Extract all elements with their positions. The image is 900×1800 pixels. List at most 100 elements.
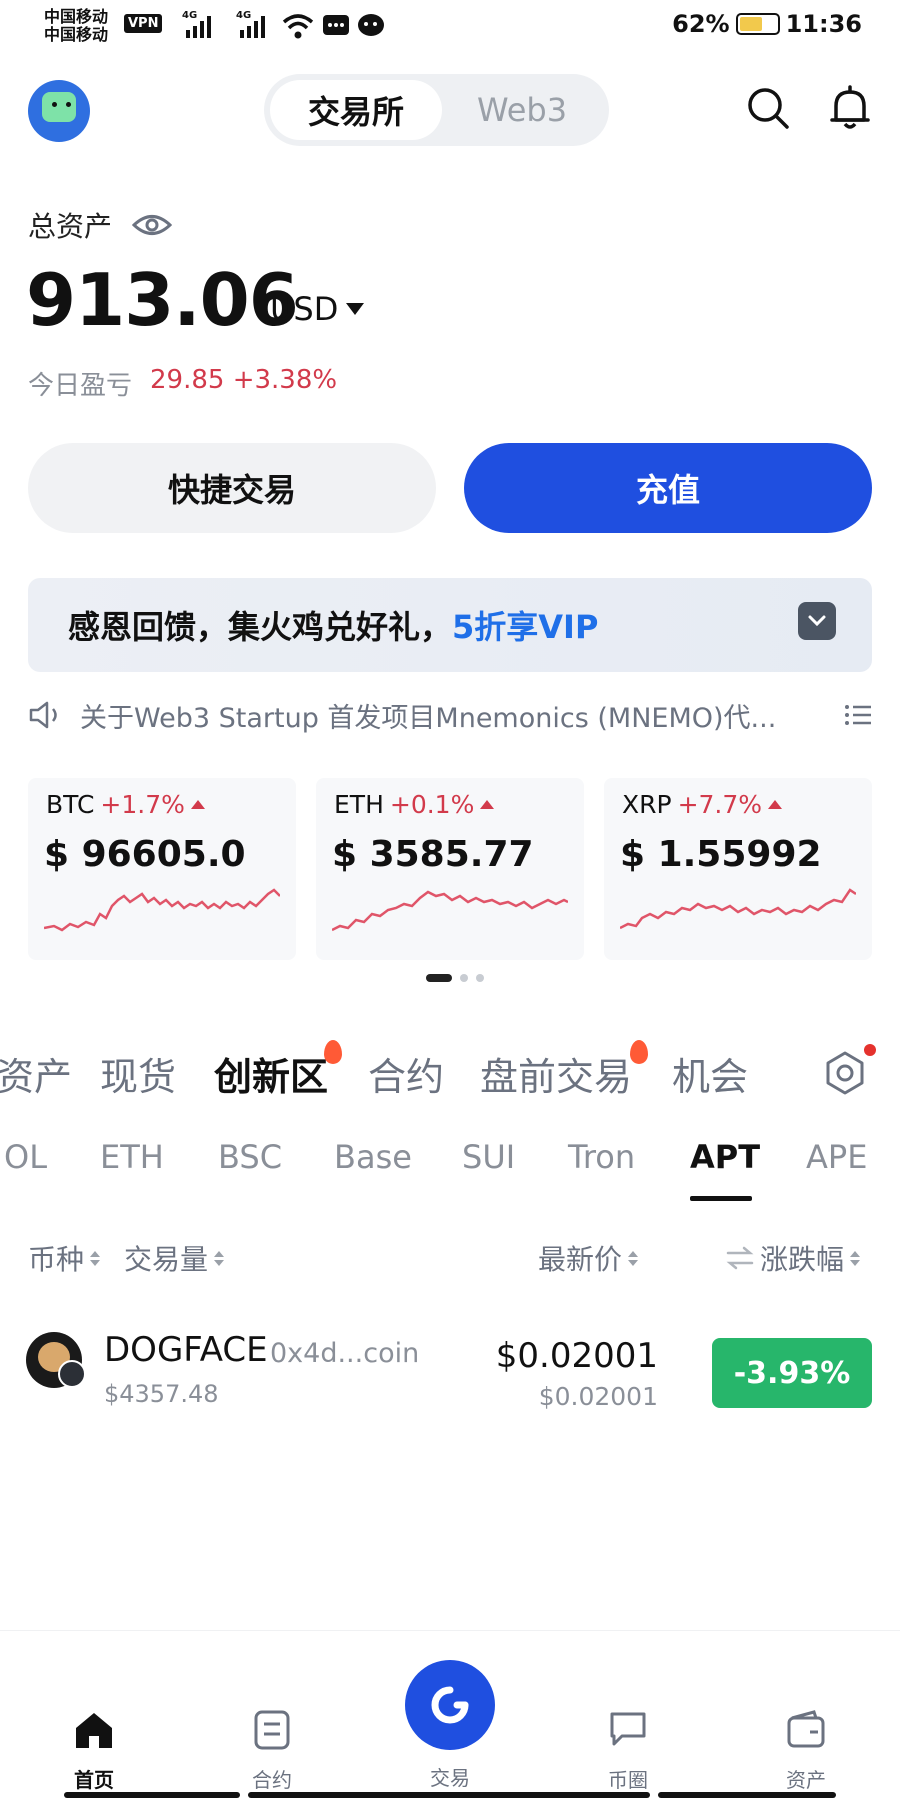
futures-icon (254, 1710, 290, 1750)
chain-tab-ape[interactable]: APE (806, 1138, 867, 1176)
tab-opportunity[interactable]: 机会 (672, 1046, 748, 1101)
pnl-value: 29.85 +3.38% (150, 365, 338, 395)
coin-price-usd: $0.02001 (538, 1382, 658, 1411)
gesture-bar (658, 1792, 836, 1798)
ticker-symbol: XRP (622, 790, 672, 819)
chain-tab-base[interactable]: Base (334, 1138, 412, 1176)
up-arrow-icon (480, 800, 495, 809)
col-coin[interactable]: 币种 (28, 1238, 101, 1278)
chain-tab-sol[interactable]: OL (4, 1138, 47, 1176)
col-change[interactable]: 涨跌幅 (726, 1238, 861, 1278)
wallet-icon (787, 1710, 825, 1748)
status-right: 62% 11:36 (672, 10, 862, 38)
carrier-label: 中国移动 中国移动 (44, 7, 109, 44)
active-tab-indicator (690, 1196, 752, 1201)
battery-percent: 62% (672, 10, 730, 38)
nav-home-label: 首页 (74, 1768, 114, 1792)
col-volume[interactable]: 交易量 (124, 1238, 225, 1278)
tab-web3[interactable]: Web3 (442, 80, 602, 140)
coin-volume: $4357.48 (104, 1380, 219, 1408)
ticker-change: +1.7% (100, 790, 185, 819)
clock: 11:36 (785, 10, 862, 38)
signal-icon-2: 4G (236, 10, 265, 38)
caret-down-icon (346, 303, 365, 315)
nav-community-label: 币圈 (608, 1768, 648, 1792)
col-price[interactable]: 最新价 (538, 1238, 639, 1278)
search-icon[interactable] (744, 84, 792, 132)
chat-icon (610, 1712, 646, 1746)
promo-banner[interactable]: 感恩回馈，集火鸡兑好礼， 5折享VIP (28, 578, 872, 672)
hot-flame-icon (630, 1040, 648, 1064)
battery-icon (735, 13, 780, 35)
tab-premarket[interactable]: 盘前交易 (480, 1046, 632, 1101)
tab-assets[interactable]: 资产 (0, 1046, 72, 1101)
list-icon[interactable] (844, 703, 872, 727)
avatar[interactable] (28, 80, 90, 142)
signal-icon: 4G (182, 10, 211, 38)
ticker-symbol: BTC (46, 790, 95, 819)
tab-innovation[interactable]: 创新区 (214, 1046, 328, 1101)
up-arrow-icon (768, 800, 783, 809)
wechat-icon (358, 14, 384, 36)
nav-assets-label: 资产 (786, 1768, 826, 1792)
currency-label: USD (270, 290, 339, 328)
hot-flame-icon (324, 1040, 342, 1064)
notification-dot (864, 1044, 876, 1056)
chain-tab-bsc[interactable]: BSC (218, 1138, 282, 1176)
nav-community[interactable]: 币圈 (568, 1708, 688, 1793)
banner-text: 感恩回馈，集火鸡兑好礼， (68, 608, 453, 646)
nav-assets[interactable]: 资产 (746, 1708, 866, 1793)
nav-futures[interactable]: 合约 (212, 1708, 332, 1793)
ticker-change: +7.7% (677, 790, 763, 819)
eye-icon[interactable] (132, 212, 173, 238)
col-coin-label: 币种 (28, 1243, 85, 1276)
col-change-label: 涨跌幅 (760, 1243, 845, 1276)
ticker-card-btc[interactable]: BTC +1.7% $ 96605.0 (28, 778, 296, 960)
sparkline (620, 888, 856, 930)
announcement-bar[interactable]: 关于Web3 Startup 首发项目Mnemonics (MNEMO)代... (28, 695, 872, 735)
tab-futures[interactable]: 合约 (368, 1046, 444, 1101)
nav-home[interactable]: 首页 (34, 1708, 154, 1793)
chain-tab-sui[interactable]: SUI (462, 1138, 515, 1176)
total-assets-text: 总资产 (28, 210, 113, 243)
nav-trade-button[interactable] (405, 1660, 495, 1750)
nav-futures-label: 合约 (252, 1768, 292, 1792)
announcement-text: 关于Web3 Startup 首发项目Mnemonics (MNEMO)代... (80, 702, 777, 734)
banner-highlight: 5折享VIP (452, 608, 599, 646)
pnl-label: 今日盈亏 (28, 371, 133, 401)
quick-trade-button[interactable]: 快捷交易 (28, 443, 436, 533)
ticker-change: +0.1% (389, 790, 475, 819)
ticker-card-xrp[interactable]: XRP +7.7% $ 1.55992 (604, 778, 872, 960)
total-assets-label: 总资产 (28, 205, 173, 245)
tab-exchange[interactable]: 交易所 (270, 80, 442, 140)
chain-tab-tron[interactable]: Tron (568, 1138, 635, 1176)
bell-icon[interactable] (826, 84, 874, 132)
carousel-indicator (426, 974, 484, 982)
coin-name: DOGFACE (104, 1330, 268, 1370)
gesture-bar (248, 1792, 650, 1798)
total-assets-value: 913.06 (26, 258, 299, 342)
chain-tab-apt[interactable]: APT (690, 1138, 760, 1176)
settings-icon[interactable] (822, 1050, 868, 1096)
status-bar: 中国移动 中国移动 VPN 4G 4G 62% 11:36 (0, 0, 900, 56)
ticker-price: $ 3585.77 (332, 834, 534, 875)
col-price-label: 最新价 (538, 1243, 623, 1276)
speaker-icon (29, 701, 57, 729)
chevron-down-icon[interactable] (798, 602, 836, 640)
coin-address: 0x4d...coin (270, 1338, 420, 1369)
ticker-card-eth[interactable]: ETH +0.1% $ 3585.77 (316, 778, 584, 960)
chain-tab-eth[interactable]: ETH (100, 1138, 164, 1176)
deposit-button[interactable]: 充值 (464, 443, 872, 533)
sort-icon (628, 1250, 639, 1266)
ticker-price: $ 1.55992 (620, 834, 822, 875)
currency-selector[interactable]: USD (270, 290, 365, 328)
col-volume-label: 交易量 (124, 1243, 209, 1276)
swap-icon[interactable] (726, 1246, 754, 1270)
vpn-badge: VPN (124, 14, 163, 33)
coin-change-badge[interactable]: -3.93% (712, 1338, 872, 1408)
sort-icon (214, 1250, 225, 1266)
sparkline (44, 888, 280, 932)
sort-icon (90, 1250, 101, 1266)
tab-spot[interactable]: 现货 (100, 1046, 176, 1101)
coin-price: $0.02001 (495, 1336, 658, 1376)
